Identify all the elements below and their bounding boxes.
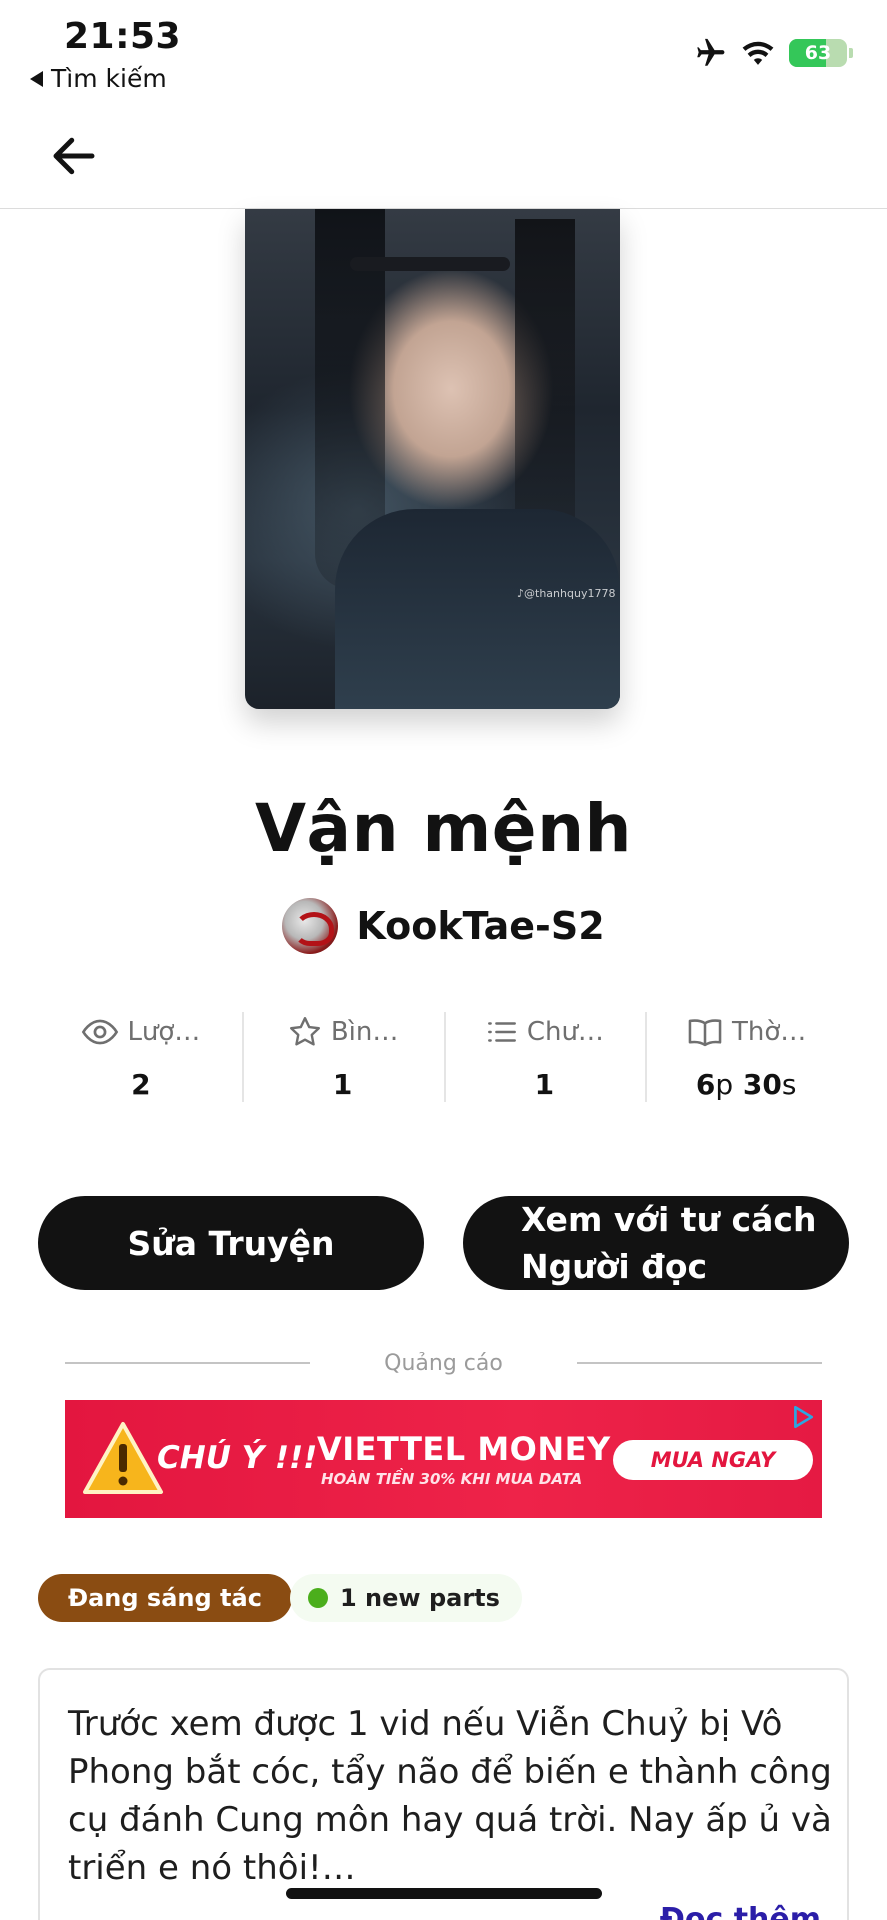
status-bar: 21:53 Tìm kiếm 63	[0, 0, 887, 100]
nav-bar	[0, 100, 887, 209]
story-cover-image[interactable]: ♪@thanhquy1778	[245, 209, 620, 709]
stat-parts-label: Chư…	[526, 1017, 604, 1047]
new-parts-label: 1 new parts	[340, 1584, 500, 1612]
ad-label-row: Quảng cáo	[65, 1348, 822, 1378]
battery-icon: 63	[789, 39, 847, 67]
new-parts-badge: 1 new parts	[290, 1574, 522, 1622]
stat-time-value: 6p 30s	[695, 1068, 797, 1101]
stat-parts-value: 1	[534, 1068, 555, 1101]
view-as-reader-line1: Xem với tư cách	[521, 1200, 817, 1239]
ad-label: Quảng cáo	[384, 1350, 503, 1376]
edit-story-button[interactable]: Sửa Truyện	[38, 1196, 424, 1290]
adchoices-icon[interactable]	[790, 1404, 816, 1430]
airplane-icon	[697, 38, 725, 66]
ad-brand: VIETTEL MONEY	[317, 1430, 611, 1468]
description-text: Trước xem được 1 vid nếu Viễn Chuỷ bị Vô…	[68, 1704, 832, 1888]
eye-icon	[82, 1019, 119, 1045]
arrow-left-icon	[53, 137, 95, 175]
back-button[interactable]	[44, 126, 104, 186]
read-more-link[interactable]: Đọc thêm	[660, 1902, 821, 1920]
status-icons: 63	[693, 36, 853, 70]
stat-parts[interactable]: Chư… 1	[443, 1012, 646, 1102]
back-to-search-label: Tìm kiếm	[51, 64, 167, 93]
back-to-search-link[interactable]: Tìm kiếm	[30, 64, 167, 93]
star-icon	[289, 1017, 320, 1046]
battery-tip	[849, 48, 853, 58]
stat-time[interactable]: Thờ… 6p 30s	[645, 1012, 847, 1102]
list-icon	[487, 1022, 516, 1042]
cover-watermark: ♪@thanhquy1778	[517, 587, 616, 600]
green-dot-icon	[308, 1588, 328, 1608]
book-icon	[688, 1019, 722, 1047]
stat-time-label: Thờ…	[731, 1017, 807, 1047]
wifi-icon	[742, 41, 774, 65]
status-time: 21:53	[64, 16, 182, 57]
view-as-reader-line2: Người đọc	[521, 1247, 708, 1286]
stat-reads-label: Lượ…	[127, 1017, 201, 1047]
story-stats: Lượ… 2 Bìn… 1 Chư… 1 Thờ… 6p 30s	[40, 1012, 847, 1102]
battery-level: 63	[804, 42, 832, 64]
author-link[interactable]: KookTae-S2	[0, 898, 887, 954]
author-name: KookTae-S2	[356, 904, 605, 948]
back-triangle-icon	[30, 70, 43, 87]
stat-votes-label: Bìn…	[330, 1017, 399, 1047]
home-indicator[interactable]	[286, 1888, 602, 1899]
warning-icon	[83, 1422, 163, 1494]
stat-votes-value: 1	[332, 1068, 353, 1101]
stat-reads[interactable]: Lượ… 2	[40, 1012, 242, 1102]
ad-banner[interactable]: CHÚ Ý !!! VIETTEL MONEY HOÀN TIỀN 30% KH…	[65, 1400, 822, 1518]
ad-alert-text: CHÚ Ý !!!	[157, 1440, 318, 1476]
view-as-reader-button[interactable]: Xem với tư cách Người đọc	[463, 1196, 849, 1290]
ad-cta-button[interactable]: MUA NGAY	[613, 1440, 813, 1480]
avatar	[282, 898, 339, 954]
description-card[interactable]: Trước xem được 1 vid nếu Viễn Chuỷ bị Vô…	[38, 1668, 849, 1920]
stat-votes[interactable]: Bìn… 1	[241, 1012, 444, 1102]
stat-reads-value: 2	[131, 1068, 151, 1101]
story-detail-screen: 21:53 Tìm kiếm 63 ♪@thanhquy1778 Vận mện…	[0, 0, 887, 1920]
ad-subtitle: HOÀN TIỀN 30% KHI MUA DATA	[321, 1470, 583, 1488]
status-badge: Đang sáng tác	[38, 1574, 292, 1622]
story-title: Vận mệnh	[254, 790, 633, 867]
